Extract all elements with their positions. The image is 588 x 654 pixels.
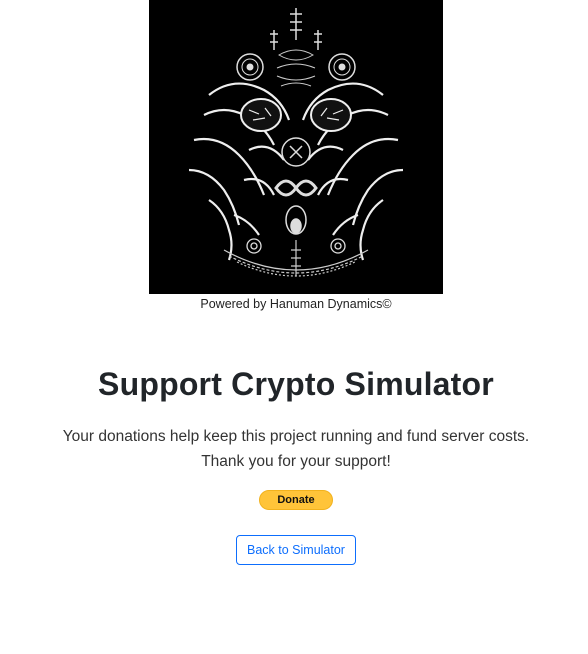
donation-description: Your donations help keep this project ru… [0, 424, 588, 474]
powered-by-caption: Powered by Hanuman Dynamics© [200, 297, 392, 311]
description-line-1: Your donations help keep this project ru… [62, 428, 530, 445]
page-title: Support Crypto Simulator [98, 366, 494, 402]
tiger-yantra-logo [149, 0, 443, 294]
donate-button[interactable]: Donate [259, 490, 333, 510]
back-to-simulator-button[interactable]: Back to Simulator [236, 535, 356, 565]
description-line-2: Thank you for your support! [201, 453, 391, 470]
